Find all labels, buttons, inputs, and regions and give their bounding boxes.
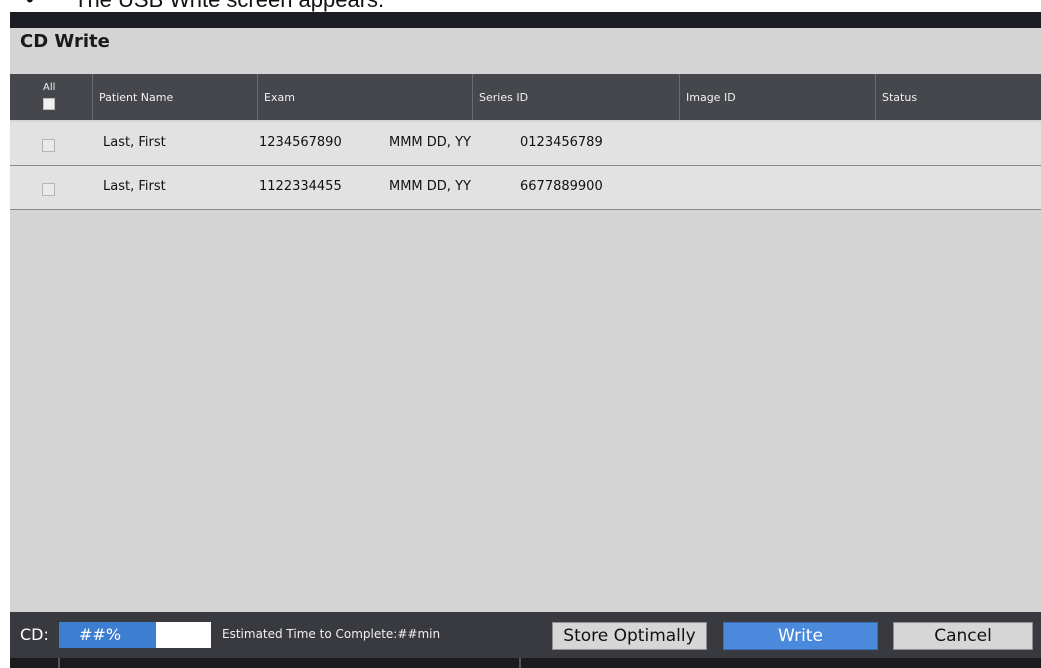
series-id-cell: 6677889900	[520, 179, 603, 194]
date-cell: MMM DD, YY	[389, 135, 471, 150]
patient-name-cell: Last, First	[103, 135, 166, 150]
column-header-patient-name[interactable]: Patient Name	[92, 74, 257, 120]
top-bar	[10, 12, 1041, 28]
exam-cell: 1234567890	[259, 135, 342, 150]
date-cell: MMM DD, YY	[389, 179, 471, 194]
estimated-time-text: Estimated Time to Complete:##min	[222, 627, 441, 641]
table-row[interactable]: Last, First 1234567890 MMM DD, YY 012345…	[10, 122, 1041, 166]
select-all-label: All	[43, 82, 56, 93]
select-all-column: All	[10, 74, 92, 120]
exam-cell: 1122334455	[259, 179, 342, 194]
store-optimally-button[interactable]: Store Optimally	[552, 622, 707, 650]
cancel-button[interactable]: Cancel	[893, 622, 1033, 650]
cd-progress-bar: ##%	[59, 622, 211, 648]
series-id-cell: 0123456789	[520, 135, 603, 150]
cd-label: CD:	[20, 625, 49, 644]
footer-strip	[10, 658, 1041, 668]
write-button[interactable]: Write	[723, 622, 878, 650]
window-title: CD Write	[20, 31, 110, 52]
patient-name-cell: Last, First	[103, 179, 166, 194]
column-header-series-id[interactable]: Series ID	[472, 74, 679, 120]
column-header-image-id[interactable]: Image ID	[679, 74, 875, 120]
row-checkbox[interactable]	[42, 139, 55, 152]
row-checkbox[interactable]	[42, 183, 55, 196]
table-header: All Patient Name Exam Series ID Image ID…	[10, 74, 1041, 120]
footer-divider	[58, 658, 60, 668]
row-divider	[10, 209, 1041, 210]
select-all-checkbox[interactable]	[43, 98, 55, 110]
column-header-exam[interactable]: Exam	[257, 74, 472, 120]
table-row[interactable]: Last, First 1122334455 MMM DD, YY 667788…	[10, 166, 1041, 210]
column-header-status[interactable]: Status	[875, 74, 1041, 120]
footer-divider	[519, 658, 521, 668]
progress-percent: ##%	[79, 625, 122, 644]
